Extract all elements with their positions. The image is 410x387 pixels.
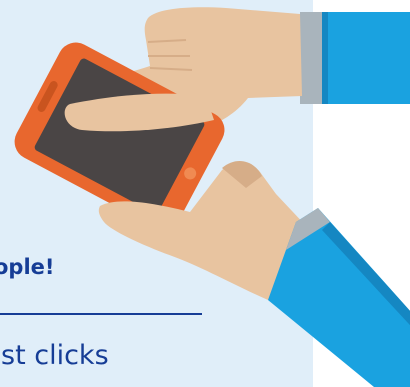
- upper-sleeve: [300, 12, 410, 104]
- hand-tapping-smartphone-icon: [14, 7, 410, 387]
- headline-text: ople!: [0, 255, 55, 279]
- divider-line: [0, 313, 202, 315]
- promo-banner: ople! st clicks: [0, 0, 410, 387]
- subtext: st clicks: [1, 340, 109, 371]
